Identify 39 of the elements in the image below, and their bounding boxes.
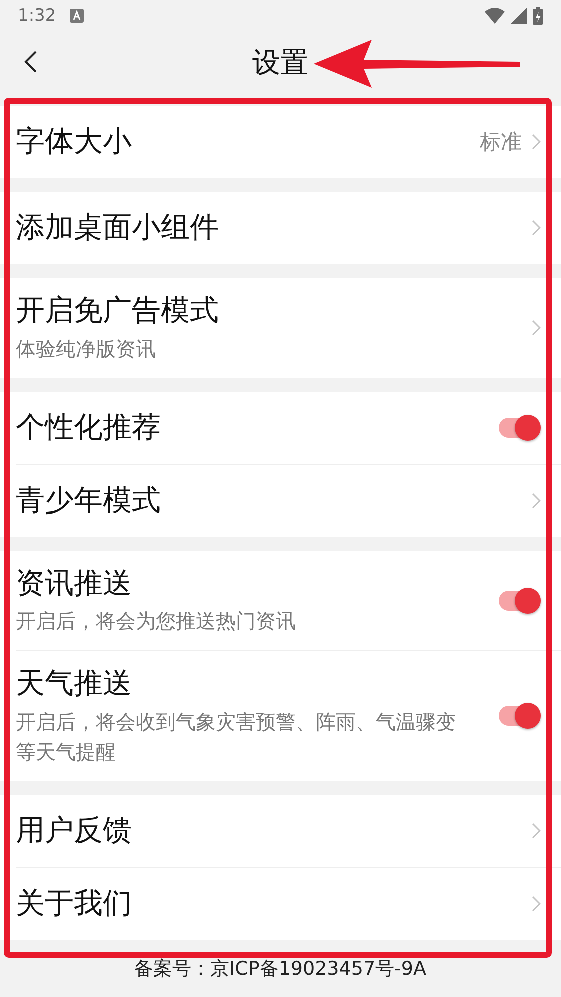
chevron-icon bbox=[532, 896, 541, 912]
keyboard-notification-icon bbox=[70, 9, 84, 23]
chevron-icon bbox=[532, 134, 541, 150]
setting-description: 开启后，将会为您推送热门资讯 bbox=[16, 608, 297, 636]
setting-title: 字体大小 bbox=[16, 123, 133, 160]
battery-icon bbox=[533, 7, 543, 25]
setting-title: 添加桌面小组件 bbox=[16, 209, 220, 246]
chevron-icon bbox=[532, 823, 541, 840]
setting-value: 标准 bbox=[480, 129, 522, 156]
settings-row[interactable]: 字体大小 标准 bbox=[16, 106, 561, 178]
wifi-icon bbox=[485, 8, 505, 24]
signal-icon bbox=[511, 8, 527, 24]
setting-description: 体验纯净版资讯 bbox=[16, 336, 157, 363]
settings-row[interactable]: 添加桌面小组件 bbox=[16, 192, 561, 264]
setting-title: 青少年模式 bbox=[16, 482, 162, 519]
status-time: 1:32 bbox=[18, 6, 56, 26]
settings-row[interactable]: 资讯推送 开启后，将会为您推送热门资讯 bbox=[16, 550, 561, 652]
toggle-switch[interactable] bbox=[497, 703, 541, 730]
toggle-switch[interactable] bbox=[497, 588, 541, 614]
license-text: 备案号：京ICP备19023457号-9A bbox=[134, 957, 426, 982]
settings-row[interactable]: 青少年模式 bbox=[16, 464, 561, 537]
page-title: 设置 bbox=[252, 45, 308, 81]
setting-title: 关于我们 bbox=[16, 885, 133, 922]
toggle-switch[interactable] bbox=[497, 414, 541, 441]
setting-title: 用户反馈 bbox=[16, 812, 133, 850]
setting-description: 开启后，将会收到气象灾害预警、阵雨、气温骤变等天气提醒 bbox=[16, 709, 457, 766]
settings-row[interactable]: 关于我们 bbox=[16, 868, 561, 940]
settings-row[interactable]: 天气推送 开启后，将会收到气象灾害预警、阵雨、气温骤变等天气提醒 bbox=[16, 651, 561, 782]
settings-row[interactable]: 用户反馈 bbox=[16, 795, 561, 868]
chevron-icon bbox=[532, 320, 541, 336]
chevron-icon bbox=[532, 220, 541, 236]
setting-title: 个性化推荐 bbox=[16, 408, 162, 446]
setting-title: 天气推送 bbox=[16, 665, 133, 702]
setting-title: 开启免广告模式 bbox=[16, 292, 220, 329]
setting-title: 资讯推送 bbox=[16, 564, 133, 602]
chevron-icon bbox=[532, 492, 541, 509]
back-icon[interactable] bbox=[24, 50, 38, 74]
settings-row[interactable]: 个性化推荐 bbox=[16, 392, 561, 465]
settings-row[interactable]: 开启免广告模式 体验纯净版资讯 bbox=[16, 278, 561, 378]
